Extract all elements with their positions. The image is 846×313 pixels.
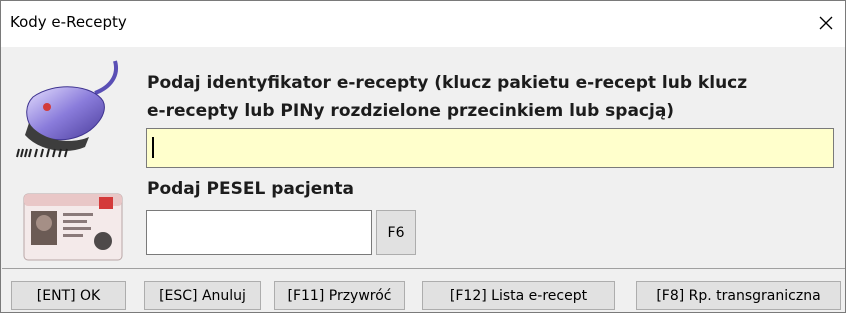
identifier-input[interactable] — [146, 128, 834, 168]
text-caret — [152, 137, 154, 158]
id-card-icon — [23, 193, 123, 261]
barcode-scanner-icon — [15, 57, 133, 169]
title-bar: Kody e-Recepty — [1, 1, 845, 47]
f6-button[interactable]: F6 — [376, 210, 416, 255]
restore-button[interactable]: [F11] Przywróć — [274, 281, 405, 310]
identifier-label: Podaj identyfikator e-recepty (klucz pak… — [147, 69, 837, 125]
prescription-list-button[interactable]: [F12] Lista e-recept — [422, 281, 615, 310]
pesel-input[interactable] — [146, 210, 372, 255]
identifier-label-line2: e-recepty lub PINy rozdzielone przecinki… — [147, 101, 675, 121]
identifier-label-line1: Podaj identyfikator e-recepty (klucz pak… — [147, 73, 748, 93]
crossborder-prescription-button[interactable]: [F8] Rp. transgraniczna — [636, 281, 841, 310]
close-icon[interactable] — [813, 10, 839, 36]
ok-button[interactable]: [ENT] OK — [11, 281, 126, 310]
button-bar-divider — [2, 268, 845, 269]
pesel-label: Podaj PESEL pacjenta — [147, 179, 354, 199]
window-title: Kody e-Recepty — [10, 13, 127, 31]
cancel-button[interactable]: [ESC] Anuluj — [144, 281, 261, 310]
dialog-window: Kody e-Recepty Podaj identyfikator e-rec… — [0, 0, 846, 313]
